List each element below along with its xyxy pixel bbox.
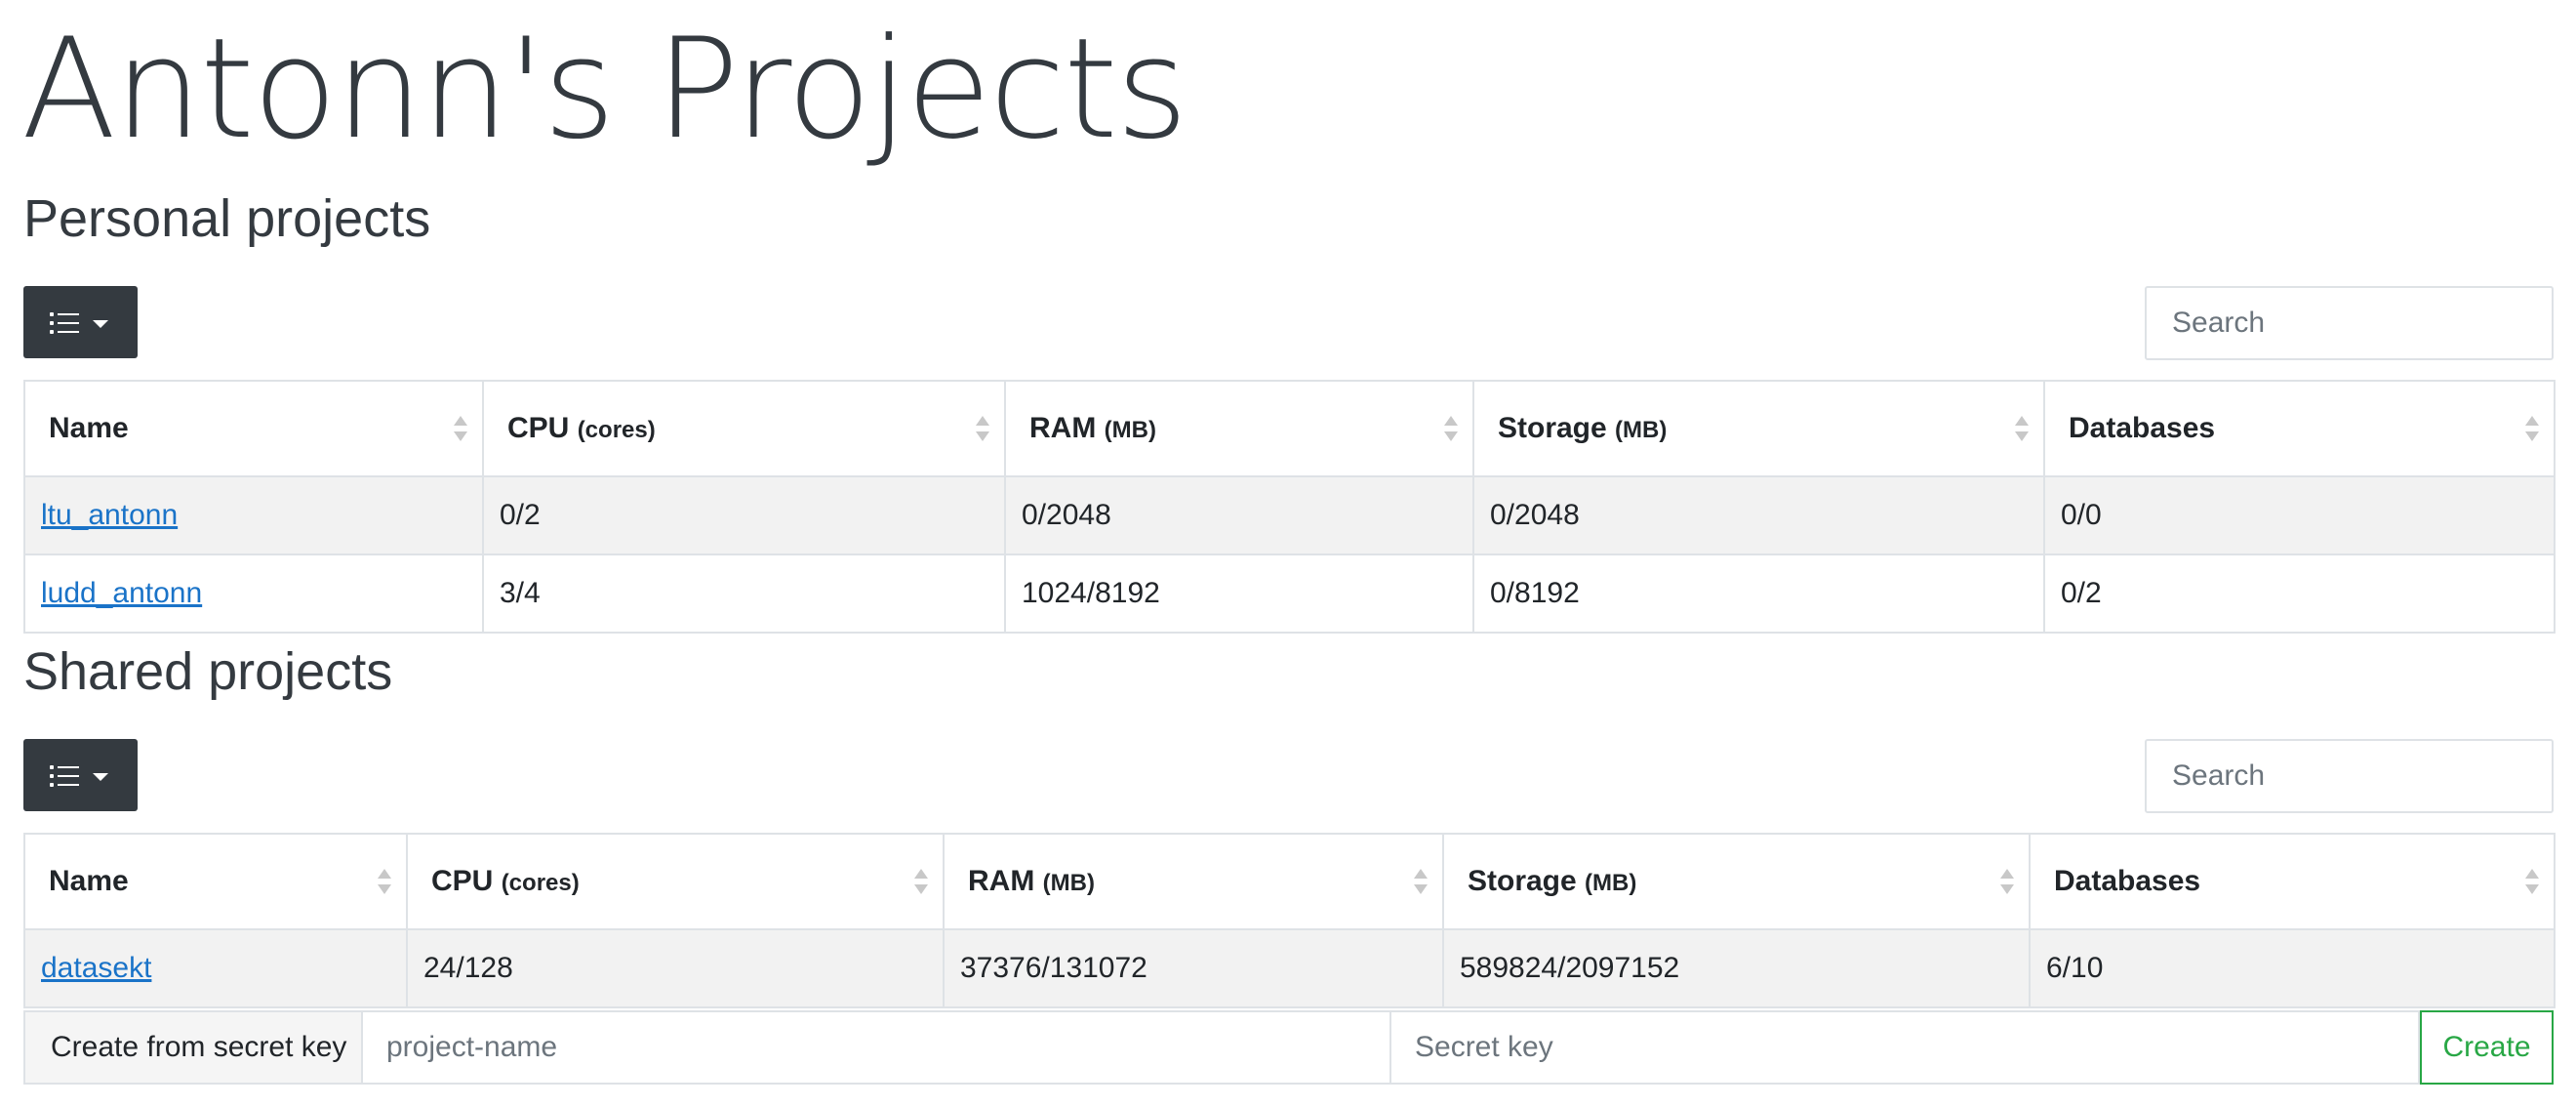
cell-cpu: 0/2	[482, 475, 1006, 555]
sort-both-icon	[454, 416, 467, 441]
column-label: CPU	[431, 865, 494, 897]
column-header-name[interactable]: Name	[23, 833, 408, 930]
page-title: Antonn's Projects	[21, 9, 1188, 170]
column-header-storage[interactable]: Storage (MB)	[1442, 833, 2031, 930]
column-label: Storage	[1468, 865, 1577, 897]
column-unit: (MB)	[1104, 417, 1156, 443]
project-name-input[interactable]	[363, 1010, 1391, 1085]
cell-storage: 589824/2097152	[1442, 928, 2031, 1008]
column-label: Name	[49, 865, 129, 897]
sort-both-icon	[914, 869, 928, 894]
column-label: RAM	[1029, 412, 1097, 444]
secret-key-input[interactable]	[1391, 1010, 2420, 1085]
cell-cpu: 3/4	[482, 554, 1006, 634]
column-label: RAM	[968, 865, 1035, 897]
cell-ram: 0/2048	[1004, 475, 1474, 555]
create-from-secret-key-label: Create from secret key	[23, 1010, 363, 1085]
cell-databases: 0/0	[2043, 475, 2556, 555]
cell-storage: 0/8192	[1472, 554, 2045, 634]
personal-search-input[interactable]	[2145, 286, 2554, 360]
project-link[interactable]: ludd_antonn	[41, 577, 202, 609]
column-header-databases[interactable]: Databases	[2029, 833, 2556, 930]
shared-search-input[interactable]	[2145, 739, 2554, 813]
column-label: Storage	[1498, 412, 1607, 444]
column-header-ram[interactable]: RAM (MB)	[943, 833, 1444, 930]
table-row: ltu_antonn 0/2 0/2048 0/2048 0/0	[23, 475, 2556, 555]
shared-projects-heading: Shared projects	[23, 642, 393, 701]
personal-columns-toggle-button[interactable]	[23, 286, 138, 358]
sort-both-icon	[2015, 416, 2029, 441]
column-header-cpu[interactable]: CPU (cores)	[406, 833, 945, 930]
project-link[interactable]: ltu_antonn	[41, 499, 178, 531]
cell-name: datasekt	[23, 928, 408, 1008]
column-label: Databases	[2069, 412, 2216, 444]
cell-ram: 1024/8192	[1004, 554, 1474, 634]
sort-both-icon	[2000, 869, 2014, 894]
column-label: Name	[49, 412, 129, 444]
projects-page: Antonn's Projects Personal projects Name…	[0, 0, 2576, 1107]
shared-projects-table: Name CPU (cores) RAM (MB) Storage (MB) D…	[23, 833, 2556, 1008]
cell-cpu: 24/128	[406, 928, 945, 1008]
column-header-cpu[interactable]: CPU (cores)	[482, 380, 1006, 477]
cell-ram: 37376/131072	[943, 928, 1444, 1008]
table-header-row: Name CPU (cores) RAM (MB) Storage (MB) D…	[23, 380, 2556, 477]
cell-storage: 0/2048	[1472, 475, 2045, 555]
list-icon	[50, 312, 108, 334]
list-icon	[50, 765, 108, 787]
table-row: datasekt 24/128 37376/131072 589824/2097…	[23, 928, 2556, 1008]
personal-projects-table: Name CPU (cores) RAM (MB) Storage (MB) D…	[23, 380, 2556, 634]
sort-both-icon	[1444, 416, 1458, 441]
column-unit: (cores)	[577, 417, 656, 443]
sort-both-icon	[976, 416, 989, 441]
cell-name: ludd_antonn	[23, 554, 484, 634]
create-button[interactable]: Create	[2420, 1010, 2554, 1085]
cell-databases: 0/2	[2043, 554, 2556, 634]
sort-both-icon	[2525, 869, 2539, 894]
column-header-ram[interactable]: RAM (MB)	[1004, 380, 1474, 477]
cell-databases: 6/10	[2029, 928, 2556, 1008]
column-unit: (MB)	[1042, 870, 1095, 896]
cell-name: ltu_antonn	[23, 475, 484, 555]
column-unit: (cores)	[501, 870, 580, 896]
table-header-row: Name CPU (cores) RAM (MB) Storage (MB) D…	[23, 833, 2556, 930]
project-link[interactable]: datasekt	[41, 952, 151, 984]
column-header-storage[interactable]: Storage (MB)	[1472, 380, 2045, 477]
column-unit: (MB)	[1585, 870, 1637, 896]
column-unit: (MB)	[1615, 417, 1668, 443]
create-from-secret-key-form: Create from secret key Create	[23, 1010, 2554, 1085]
sort-both-icon	[2525, 416, 2539, 441]
shared-columns-toggle-button[interactable]	[23, 739, 138, 811]
column-label: CPU	[507, 412, 570, 444]
table-row: ludd_antonn 3/4 1024/8192 0/8192 0/2	[23, 554, 2556, 634]
column-header-databases[interactable]: Databases	[2043, 380, 2556, 477]
column-label: Databases	[2054, 865, 2201, 897]
sort-both-icon	[1414, 869, 1428, 894]
personal-projects-heading: Personal projects	[23, 189, 431, 248]
column-header-name[interactable]: Name	[23, 380, 484, 477]
sort-both-icon	[378, 869, 391, 894]
